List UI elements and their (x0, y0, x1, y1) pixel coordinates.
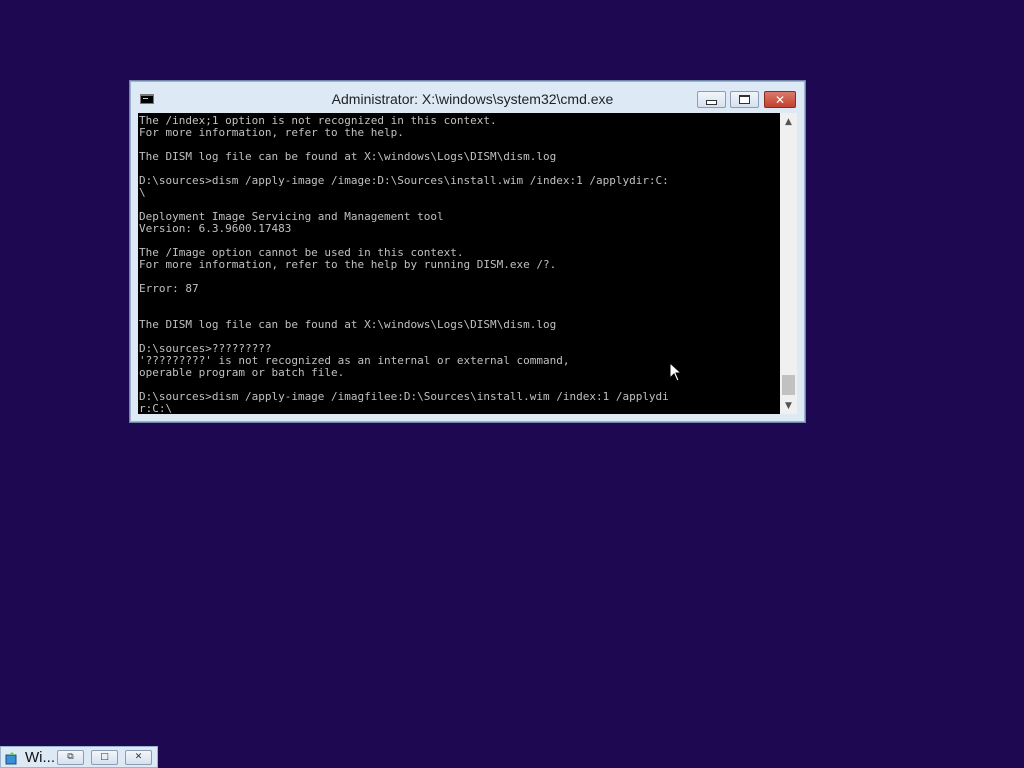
console-text: The /index;1 option is not recognized in… (139, 114, 669, 415)
mouse-pointer-icon (669, 362, 683, 382)
vertical-scrollbar[interactable]: ▲ ▼ (780, 113, 797, 414)
close-icon: ✕ (134, 752, 143, 762)
restore-button[interactable]: ⧉ (57, 750, 84, 765)
minimize-icon (706, 99, 717, 105)
maximize-button[interactable]: □ (91, 750, 118, 765)
close-button[interactable]: ✕ (125, 750, 152, 765)
close-button[interactable]: ✕ (764, 91, 796, 108)
title-bar[interactable]: Administrator: X:\windows\system32\cmd.e… (131, 82, 804, 112)
cmd-window[interactable]: Administrator: X:\windows\system32\cmd.e… (130, 81, 805, 422)
setup-icon (5, 752, 17, 765)
minimize-button[interactable] (697, 91, 726, 108)
maximize-icon: □ (100, 752, 109, 762)
scroll-up-icon[interactable]: ▲ (780, 113, 797, 130)
console-output[interactable]: The /index;1 option is not recognized in… (138, 113, 780, 414)
restore-icon: ⧉ (67, 752, 74, 762)
scroll-down-icon[interactable]: ▼ (780, 397, 797, 414)
minimized-window-label: Wi... (25, 749, 55, 766)
maximize-icon (739, 95, 750, 104)
minimized-window-tab[interactable]: Wi... ⧉ □ ✕ (0, 746, 158, 768)
maximize-button[interactable] (730, 91, 759, 108)
desktop: Administrator: X:\windows\system32\cmd.e… (0, 0, 1024, 768)
scroll-thumb[interactable] (782, 375, 795, 395)
close-icon: ✕ (774, 92, 786, 107)
